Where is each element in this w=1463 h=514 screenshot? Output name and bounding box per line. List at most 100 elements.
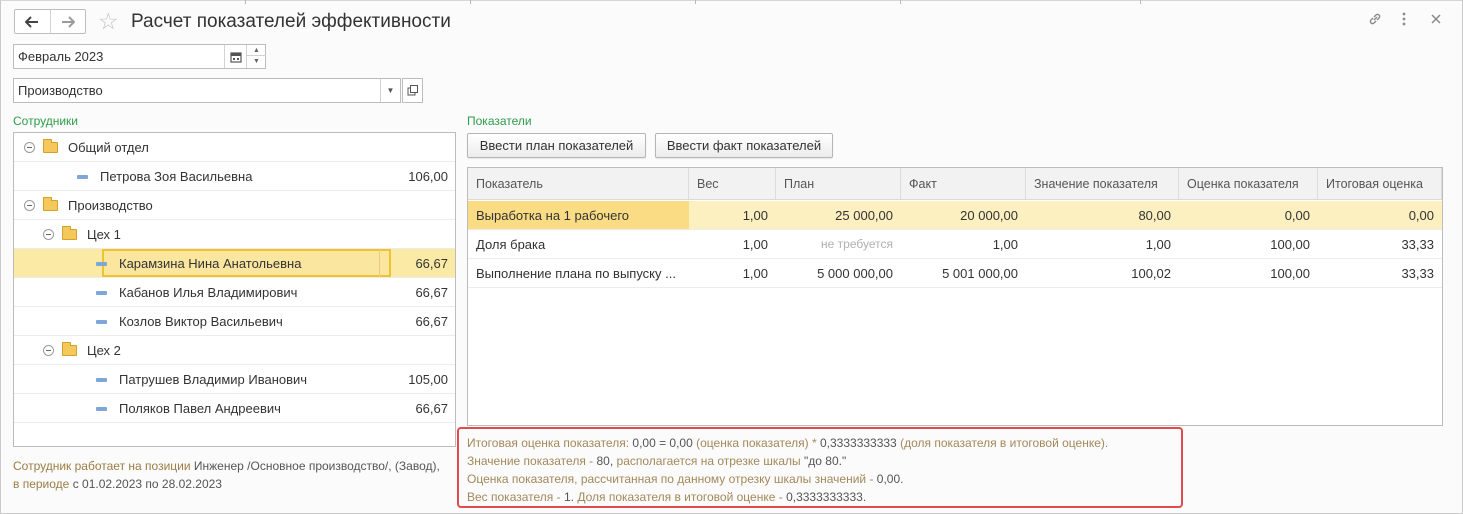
collapse-toggle-icon[interactable] [43,345,54,356]
table-cell-weight[interactable]: 1,00 [689,259,776,287]
indicators-label: Показатели [467,114,532,128]
column-header[interactable]: Оценка показателя [1179,168,1318,199]
more-vertical-icon[interactable] [1401,12,1407,31]
table-cell-fact[interactable]: 5 001 000,00 [901,259,1026,287]
group-name: Цех 1 [87,227,121,242]
tree-row[interactable]: Патрушев Владимир Иванович 105,00 [14,365,455,394]
chevron-down-icon[interactable]: ▼ [247,56,266,67]
column-header[interactable]: Вес [689,168,776,199]
collapse-toggle-icon[interactable] [24,200,35,211]
group-name: Общий отдел [68,140,149,155]
note-position: Инженер /Основное производство/, (Завод)… [193,459,440,473]
collapse-toggle-icon[interactable] [43,229,54,240]
employee-score: 66,67 [415,256,448,271]
table-cell-total[interactable]: 33,33 [1318,230,1442,258]
table-cell-value[interactable]: 80,00 [1026,201,1179,229]
enter-plan-button[interactable]: Ввести план показателей [467,133,646,158]
table-row[interactable]: Доля брака 1,00 не требуется 1,00 1,00 100,00… [468,230,1442,259]
group-name: Производство [68,198,153,213]
period-field[interactable]: Февраль 2023 ▲ ▼ [13,44,266,69]
employee-name: Кабанов Илья Владимирович [119,285,298,300]
table-row[interactable]: Выработка на 1 рабочего 1,00 25 000,00 20 0… [468,201,1442,230]
open-icon [407,85,418,96]
tree-row[interactable]: Карамзина Нина Анатольевна 66,67 [14,249,455,278]
forward-button[interactable] [49,10,85,33]
table-cell-weight[interactable]: 1,00 [689,230,776,258]
navigation-buttons [14,9,86,34]
employee-position-note: Сотрудник работает на позиции Инженер /О… [13,457,443,493]
employee-name: Патрушев Владимир Иванович [119,372,308,387]
table-cell-value[interactable]: 1,00 [1026,230,1179,258]
employee-name: Карамзина Нина Анатольевна [119,256,302,271]
tree-group-row[interactable]: Общий отдел [14,133,455,162]
tree-row[interactable]: Петрова Зоя Васильевна 106,00 [14,162,455,191]
tree-group-row[interactable]: Цех 1 [14,220,455,249]
back-button[interactable] [15,10,50,33]
info-line-2: Значение показателя - 80, располагается … [467,454,847,468]
cell-divider [379,249,380,277]
employee-score: 66,67 [415,314,448,329]
department-select[interactable]: Производство ▼ [13,78,401,103]
table-cell-plan[interactable]: 25 000,00 [776,201,901,229]
tree-group-row[interactable]: Производство [14,191,455,220]
employee-score: 66,67 [415,401,448,416]
arrow-right-icon [61,15,75,28]
column-header[interactable]: Итоговая оценка [1318,168,1442,199]
employee-icon [96,291,107,295]
department-value: Производство [18,83,103,98]
close-icon[interactable] [1430,12,1442,30]
column-header[interactable]: План [776,168,901,199]
employee-icon [96,378,107,382]
employee-name: Петрова Зоя Васильевна [100,169,253,184]
table-cell-name[interactable]: Выполнение плана по выпуску ... [468,259,689,287]
column-header[interactable]: Показатель [468,168,689,199]
calendar-icon [229,51,242,63]
column-header[interactable]: Факт [901,168,1026,199]
table-cell-name[interactable]: Выработка на 1 рабочего [468,201,689,229]
column-header[interactable]: Значение показателя [1026,168,1179,199]
star-icon[interactable]: ☆ [98,8,119,34]
table-cell-fact[interactable]: 20 000,00 [901,201,1026,229]
table-header: Показатель Вес План Факт Значение показателя… [468,168,1442,200]
indicators-table: Показатель Вес План Факт Значение показателя… [467,167,1443,426]
table-cell-score[interactable]: 100,00 [1179,230,1318,258]
tree-row[interactable]: Козлов Виктор Васильевич 66,67 [14,307,455,336]
tree-row[interactable]: Поляков Павел Андреевич 66,67 [14,394,455,423]
info-line-3: Оценка показателя, рассчитанная по данно… [467,472,904,486]
employee-score: 105,00 [408,372,448,387]
open-department-button[interactable] [402,78,423,103]
table-cell-plan[interactable]: не требуется [776,230,901,258]
calendar-button[interactable] [224,45,246,68]
table-cell-weight[interactable]: 1,00 [689,201,776,229]
folder-icon [62,342,77,356]
employee-name: Поляков Павел Андреевич [119,401,281,416]
collapse-toggle-icon[interactable] [24,142,35,153]
note-text-1: Сотрудник работает на позиции [13,459,191,473]
employee-score: 66,67 [415,285,448,300]
table-cell-fact[interactable]: 1,00 [901,230,1026,258]
group-name: Цех 2 [87,343,121,358]
table-cell-total[interactable]: 0,00 [1318,201,1442,229]
link-icon[interactable] [1368,12,1382,31]
info-line-4: Вес показателя - 1. Доля показателя в ит… [467,490,867,504]
table-cell-name[interactable]: Доля брака [468,230,689,258]
note-period: с 01.02.2023 по 28.02.2023 [72,477,222,491]
table-cell-score[interactable]: 0,00 [1179,201,1318,229]
dropdown-arrow-icon[interactable]: ▼ [380,79,400,102]
table-cell-value[interactable]: 100,02 [1026,259,1179,287]
folder-icon [43,197,58,211]
table-row[interactable]: Выполнение плана по выпуску ... 1,00 5 000… [468,259,1442,288]
employees-tree: Общий отдел Петрова Зоя Васильевна 106,00 П… [13,132,456,447]
table-cell-total[interactable]: 33,33 [1318,259,1442,287]
employees-label: Сотрудники [13,114,78,128]
table-cell-score[interactable]: 100,00 [1179,259,1318,287]
page-title: Расчет показателей эффективности [131,11,451,32]
arrow-left-icon [25,15,39,28]
tree-group-row[interactable]: Цех 2 [14,336,455,365]
employee-name: Козлов Виктор Васильевич [119,314,283,329]
tree-row[interactable]: Кабанов Илья Владимирович 66,67 [14,278,455,307]
enter-fact-button[interactable]: Ввести факт показателей [655,133,833,158]
info-line-1: Итоговая оценка показателя: 0,00 = 0,00 … [467,436,1109,450]
chevron-up-icon[interactable]: ▲ [247,45,266,56]
table-cell-plan[interactable]: 5 000 000,00 [776,259,901,287]
